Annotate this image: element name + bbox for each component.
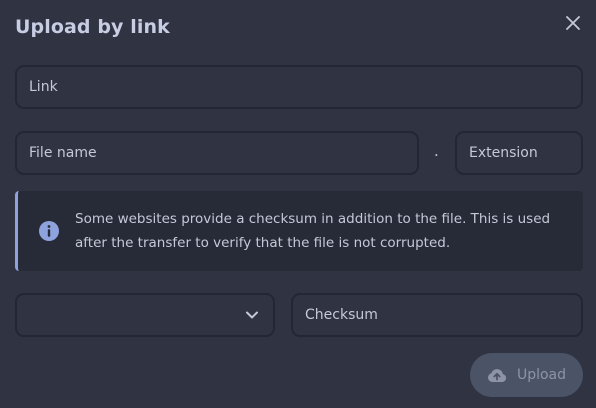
extension-separator: . [434,142,439,160]
close-icon [566,16,580,30]
file-name-placeholder: File name [29,145,97,161]
checksum-placeholder: Checksum [305,307,378,323]
dialog-title: Upload by link [15,16,170,38]
upload-by-link-dialog: Upload by link Link File name . Extensio… [0,0,596,408]
close-button[interactable] [562,12,584,34]
checksum-type-select[interactable] [15,293,275,337]
chevron-down-icon [246,311,258,319]
file-name-input[interactable]: File name [15,131,419,175]
link-placeholder: Link [29,79,58,95]
link-input[interactable]: Link [15,65,583,109]
info-text: Some websites provide a checksum in addi… [75,211,551,251]
extension-placeholder: Extension [469,145,538,161]
extension-input[interactable]: Extension [455,131,583,175]
cloud-upload-icon [487,369,507,382]
upload-label: Upload [516,367,567,383]
info-circle-icon [39,221,59,241]
upload-button[interactable]: Upload [470,353,583,397]
checksum-info-box: Some websites provide a checksum in addi… [15,191,583,271]
checksum-input[interactable]: Checksum [291,293,583,337]
